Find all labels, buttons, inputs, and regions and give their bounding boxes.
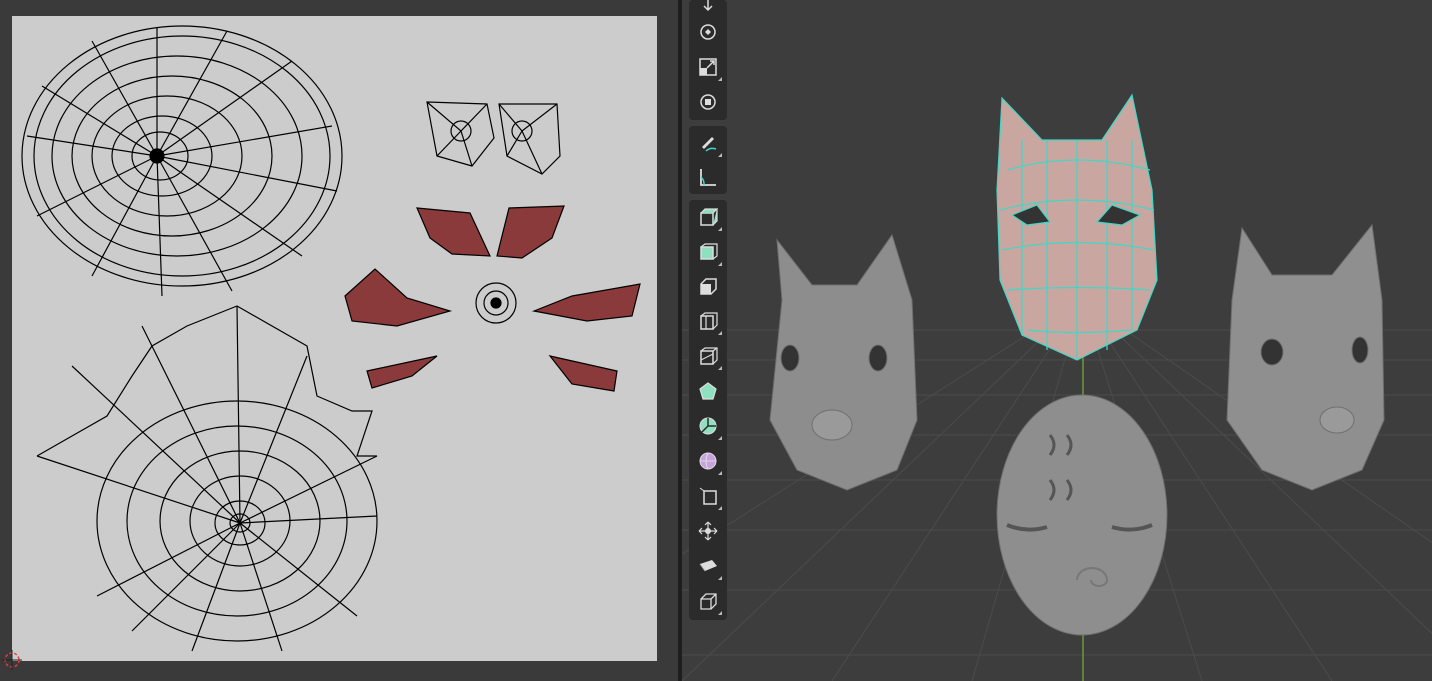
tool-knife[interactable]	[692, 375, 724, 407]
uv-island-selected	[344, 205, 641, 392]
poly-build-icon	[699, 417, 717, 435]
annotate-tool-group	[689, 126, 727, 194]
tool-annotate[interactable]	[692, 127, 724, 159]
tool-inset[interactable]	[692, 270, 724, 302]
tool-loop-cut[interactable]	[692, 340, 724, 372]
tool-transform[interactable]	[692, 86, 724, 118]
tool-spin[interactable]	[692, 445, 724, 477]
uv-island-eyes	[426, 101, 561, 175]
uv-layout	[21, 25, 641, 652]
transform-tool-group	[689, 0, 727, 120]
tool-scale[interactable]	[692, 51, 724, 83]
oval-mask	[996, 394, 1168, 636]
uv-island-mask-back	[21, 25, 343, 297]
tool-bevel[interactable]	[692, 305, 724, 337]
tool-smooth[interactable]	[692, 480, 724, 512]
fox-mask-left	[769, 233, 918, 491]
rip-region-icon	[700, 593, 717, 610]
tool-extrude[interactable]	[692, 236, 724, 268]
spin-icon	[699, 452, 717, 470]
3d-viewport[interactable]	[682, 0, 1432, 681]
tool-measure[interactable]	[692, 161, 724, 193]
tool-shrink-fatten[interactable]	[692, 550, 724, 582]
uv-island-mask-front	[36, 305, 378, 652]
uv-grid-canvas[interactable]	[12, 16, 657, 661]
transform-icon	[700, 94, 716, 110]
move-icon	[703, 0, 713, 12]
shrink-fatten-icon	[699, 560, 717, 572]
tool-edge-slide[interactable]	[692, 515, 724, 547]
tool-rotate[interactable]	[692, 16, 724, 48]
fox-mask-right	[1226, 223, 1385, 491]
inset-faces-icon	[700, 278, 717, 295]
viewport-scene	[682, 93, 1432, 681]
scale-icon	[699, 58, 717, 76]
knife-icon	[699, 382, 717, 400]
tool-rip[interactable]	[692, 585, 724, 617]
tool-add-cube[interactable]	[692, 201, 724, 233]
extrude-region-icon	[700, 243, 718, 260]
smooth-icon	[699, 487, 717, 505]
mesh-tool-group	[689, 200, 727, 620]
add-cube-icon	[700, 208, 718, 226]
fox-mask-selected	[996, 93, 1158, 361]
uv-editor[interactable]	[0, 0, 678, 681]
measure-icon	[700, 169, 716, 186]
tool-poly-build[interactable]	[692, 410, 724, 442]
bevel-icon	[700, 312, 718, 330]
tool-shelf	[689, 0, 729, 620]
rotate-icon	[700, 24, 716, 40]
edge-slide-icon	[698, 521, 718, 541]
loop-cut-icon	[700, 347, 718, 365]
annotate-icon	[702, 137, 717, 152]
3d-cursor-icon[interactable]	[2, 650, 22, 670]
